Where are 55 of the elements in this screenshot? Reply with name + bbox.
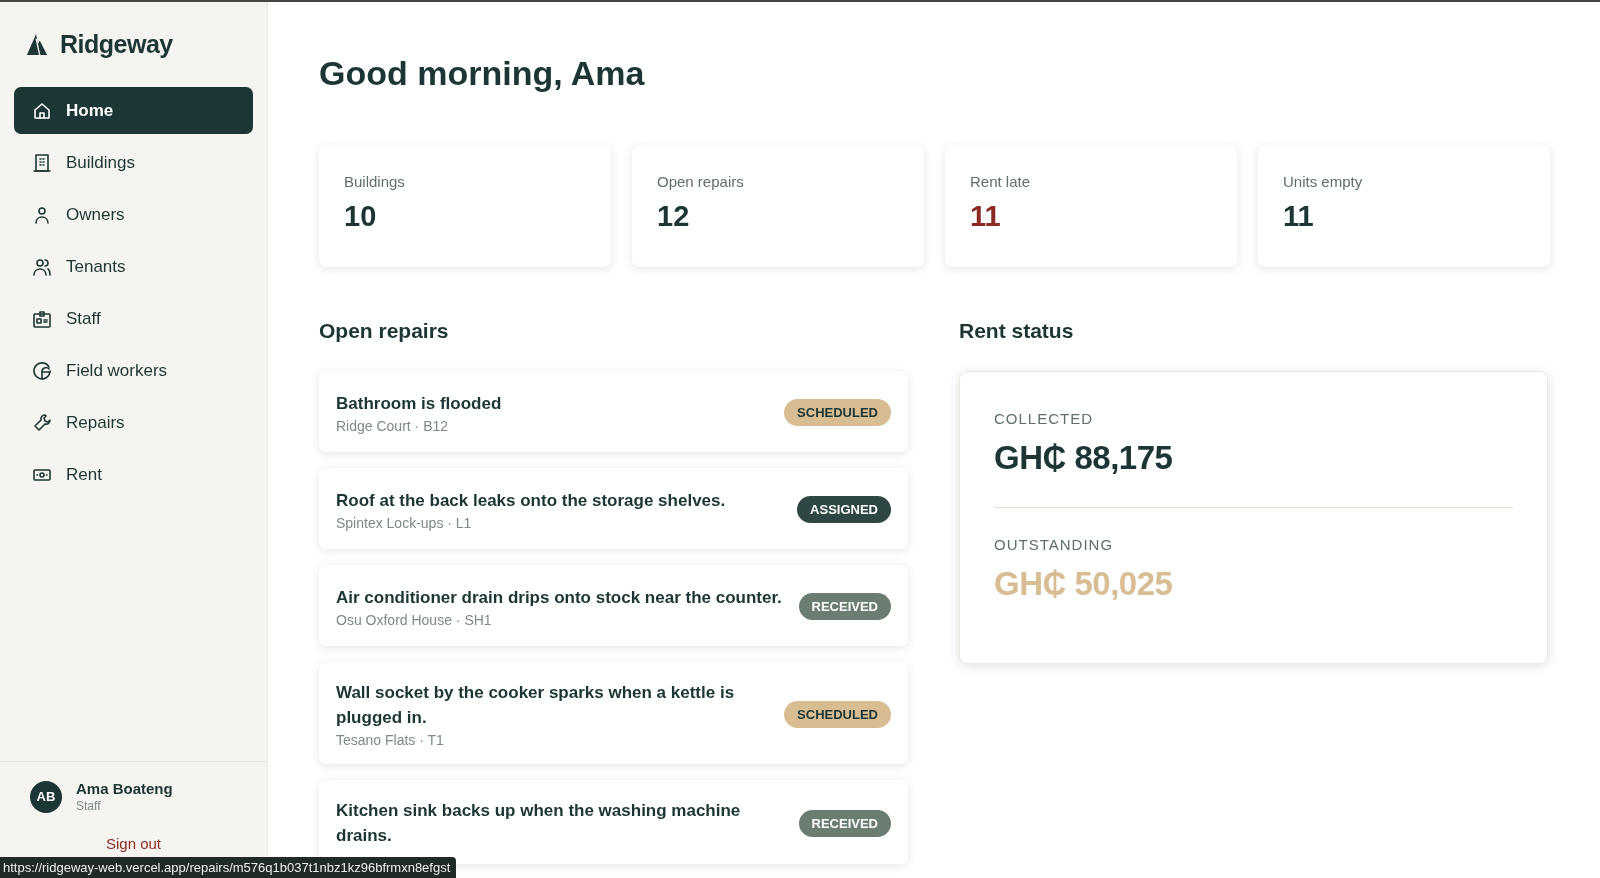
status-badge: RECEIVED bbox=[798, 593, 891, 620]
status-badge: SCHEDULED bbox=[784, 399, 891, 426]
page-heading: Good morning, Ama bbox=[319, 54, 646, 93]
mountain-logo-icon bbox=[26, 32, 48, 57]
home-icon bbox=[32, 100, 52, 121]
stat-label: Open repairs bbox=[657, 173, 745, 190]
status-badge: SCHEDULED bbox=[784, 700, 891, 728]
section-title: Rent status bbox=[959, 319, 1075, 343]
repair-location: Ridge Court · B12 bbox=[336, 418, 450, 434]
rent-amount: GH₵ 50,025 bbox=[994, 565, 1174, 603]
rent-label: OUTSTANDING bbox=[994, 536, 1115, 553]
stat-value: 12 bbox=[657, 200, 691, 233]
id-badge-icon bbox=[32, 308, 52, 329]
building-icon bbox=[32, 152, 52, 173]
status-badge: RECEIVED bbox=[798, 809, 891, 837]
section-title: Open repairs bbox=[319, 319, 450, 343]
rent-label: COLLECTED bbox=[994, 410, 1095, 427]
nav-item[interactable]: Rent bbox=[14, 451, 253, 498]
wrench-icon bbox=[32, 412, 52, 433]
repair-location: Spintex Lock-ups · L1 bbox=[336, 515, 473, 531]
repair-card[interactable]: Kitchen sink backs up when the washing machine drains. RECEIVED bbox=[319, 780, 908, 864]
user-name: Ama Boateng bbox=[76, 780, 173, 797]
user-avatar: AB bbox=[30, 780, 62, 813]
status-badge: ASSIGNED bbox=[797, 496, 891, 523]
repair-title: Wall socket by the cooker sparks when a kettle is plugged in. bbox=[336, 682, 736, 729]
stat-label: Buildings bbox=[344, 173, 406, 190]
repair-location: Osu Oxford House · SH1 bbox=[336, 612, 493, 628]
people-icon bbox=[32, 256, 52, 277]
link-preview-url: https://ridgeway-web.vercel.app/repairs/m576q1b037t1nbz1kz96bfrmxn8efgst bbox=[0, 857, 457, 878]
nav-item[interactable]: Tenants bbox=[14, 243, 253, 290]
repair-card[interactable]: Air conditioner drain drips onto stock near the counter. Osu Oxford House · SH1 RECEIVED bbox=[319, 565, 908, 646]
brand-name: Ridgeway bbox=[60, 30, 173, 59]
repair-title: Air conditioner drain drips onto stock near the counter. bbox=[336, 587, 783, 609]
sign-out-link[interactable]: Sign out bbox=[105, 835, 161, 852]
nav-item[interactable]: Repairs bbox=[14, 399, 253, 446]
nav-item[interactable]: Owners bbox=[14, 191, 253, 238]
rent-amount: GH₵ 88,175 bbox=[994, 439, 1174, 477]
stat-value: 11 bbox=[970, 200, 1002, 233]
stat-value: 10 bbox=[344, 200, 378, 233]
nav-item[interactable]: Field workers bbox=[14, 347, 253, 394]
repair-card[interactable]: Wall socket by the cooker sparks when a kettle is plugged in. Tesano Flats · T1 SCHEDULED bbox=[319, 662, 908, 764]
stat-label: Units empty bbox=[1283, 173, 1364, 190]
repair-title: Roof at the back leaks onto the storage shelves. bbox=[336, 490, 727, 512]
repair-title: Bathroom is flooded bbox=[336, 393, 503, 415]
nav-item[interactable]: Home bbox=[14, 87, 253, 134]
nav-item[interactable]: Staff bbox=[14, 295, 253, 342]
stat-value: 11 bbox=[1283, 200, 1315, 233]
person-icon bbox=[32, 204, 52, 225]
nav-item[interactable]: Buildings bbox=[14, 139, 253, 186]
repair-card[interactable]: Roof at the back leaks onto the storage shelves. Spintex Lock-ups · L1 ASSIGNED bbox=[319, 468, 908, 549]
repair-location: Tesano Flats · T1 bbox=[336, 732, 445, 748]
stat-label: Rent late bbox=[970, 173, 1032, 190]
user-role: Staff bbox=[76, 799, 102, 813]
repair-card[interactable]: Bathroom is flooded Ridge Court · B12 SCHEDULED bbox=[319, 371, 908, 452]
repair-title: Kitchen sink backs up when the washing machine drains. bbox=[336, 800, 742, 847]
